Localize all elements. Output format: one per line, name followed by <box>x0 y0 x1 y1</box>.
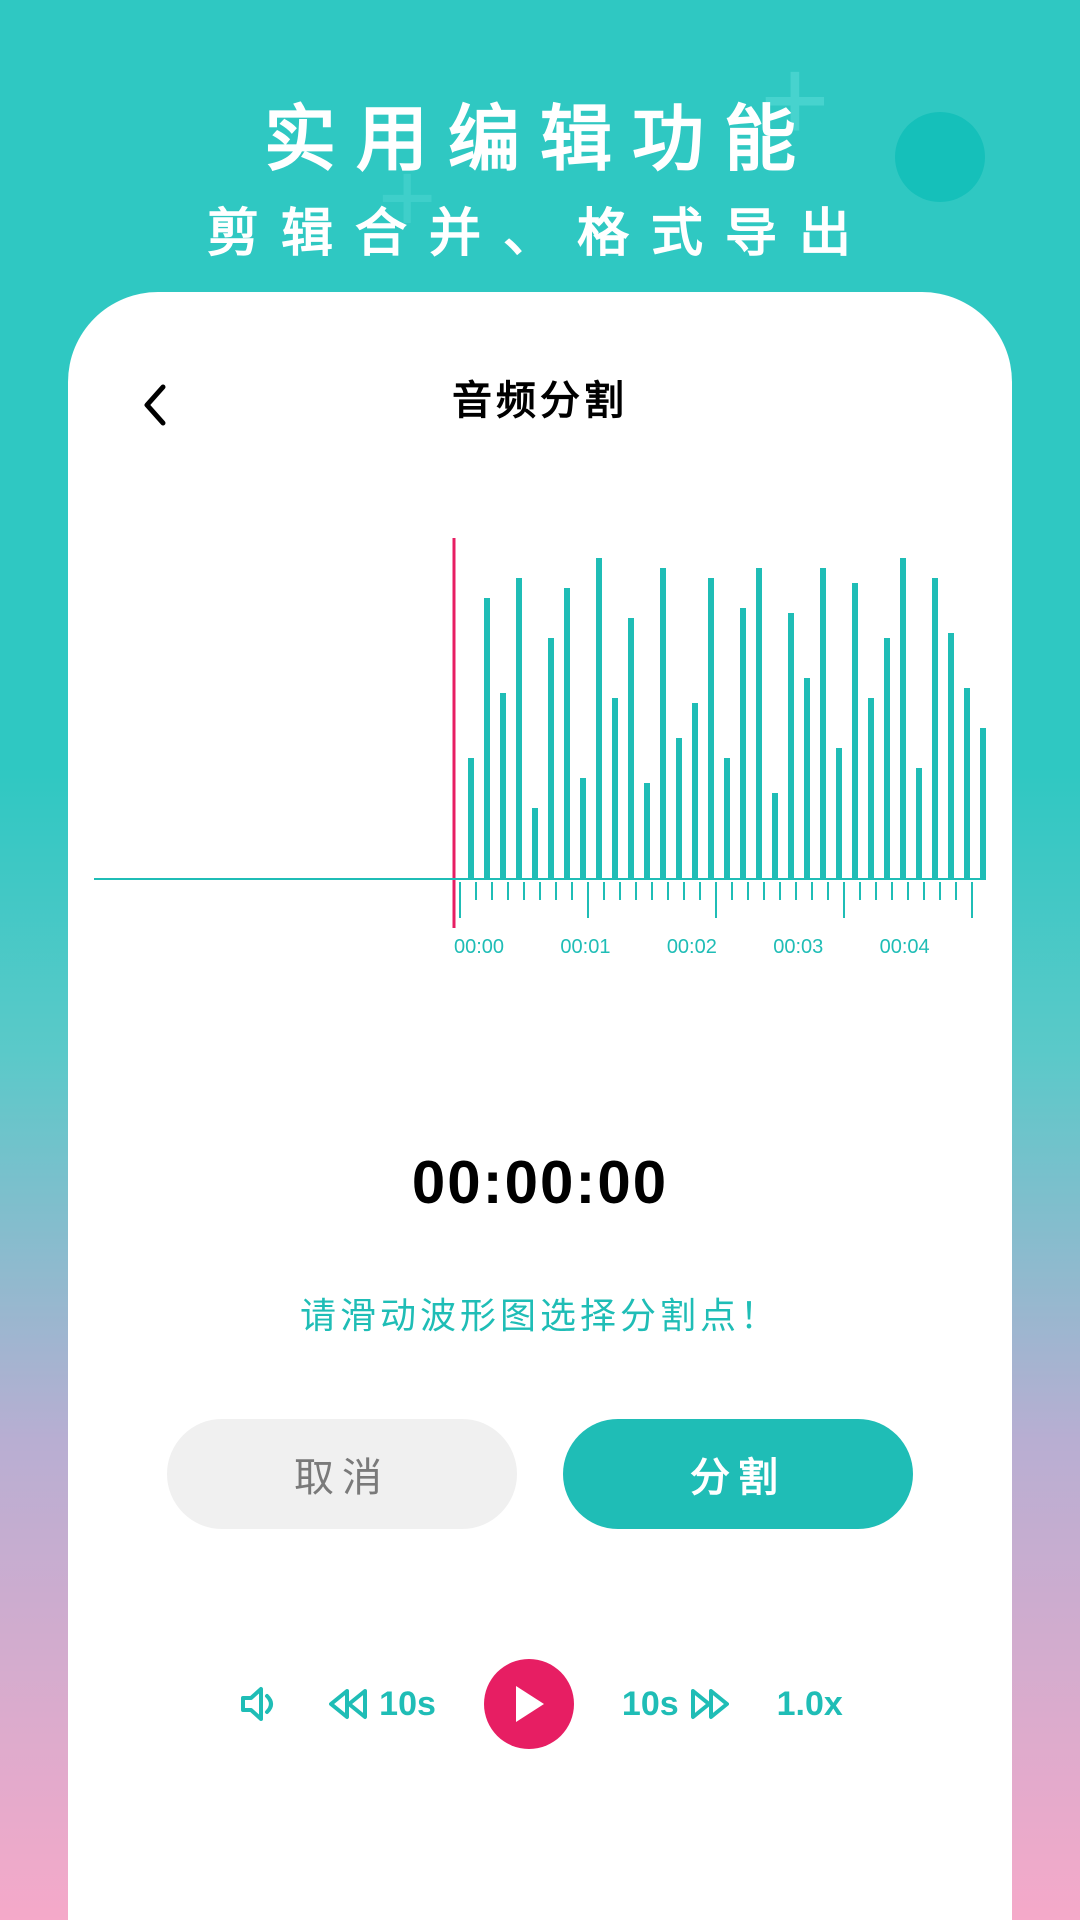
speed-label: 1.0x <box>777 1685 843 1724</box>
page-title: 音频分割 <box>452 368 628 426</box>
play-button[interactable] <box>484 1659 574 1749</box>
seek-back-label: 10s <box>379 1685 436 1724</box>
waveform-tick-label: 00:03 <box>773 936 879 959</box>
phone-speaker <box>445 331 595 345</box>
phone-notch <box>325 310 755 366</box>
chevron-left-icon <box>141 383 169 427</box>
app-screen: 音频分割 00:0000:0100:0200:0300:04 00:00:00 … <box>94 318 986 1920</box>
seek-forward-10s[interactable]: 10s <box>622 1685 729 1724</box>
cancel-button[interactable]: 取消 <box>167 1419 517 1529</box>
action-buttons: 取消 分割 <box>94 1419 986 1529</box>
waveform-area[interactable]: 00:0000:0100:0200:0300:04 <box>94 478 986 1038</box>
phone-camera <box>613 327 635 349</box>
waveform-tick-label: 00:02 <box>667 936 773 959</box>
marketing-headline: 实用编辑功能 剪辑合并、格式导出 <box>0 80 1080 266</box>
playback-speed[interactable]: 1.0x <box>777 1685 843 1724</box>
transport-bar: 10s 10s 1.0x <box>94 1659 986 1749</box>
volume-button[interactable] <box>237 1682 281 1726</box>
waveform-baseline <box>94 878 986 880</box>
waveform-tick-label: 00:00 <box>454 936 560 959</box>
waveform-tick-label: 00:04 <box>880 936 986 959</box>
waveform-time-labels: 00:0000:0100:0200:0300:04 <box>94 936 986 959</box>
waveform-tick-label: 00:01 <box>560 936 666 959</box>
fast-forward-icon <box>689 1687 729 1721</box>
current-time: 00:00:00 <box>94 1148 986 1217</box>
speaker-icon <box>237 1682 281 1726</box>
phone-frame: 音频分割 00:0000:0100:0200:0300:04 00:00:00 … <box>68 292 1012 1920</box>
seek-fwd-label: 10s <box>622 1685 679 1724</box>
split-button[interactable]: 分割 <box>563 1419 913 1529</box>
play-icon <box>512 1684 546 1724</box>
headline-subtitle: 剪辑合并、格式导出 <box>0 191 1080 266</box>
headline-title: 实用编辑功能 <box>0 80 1080 185</box>
hint-text: 请滑动波形图选择分割点！ <box>94 1287 986 1339</box>
rewind-icon <box>329 1687 369 1721</box>
seek-back-10s[interactable]: 10s <box>329 1685 436 1724</box>
back-button[interactable] <box>130 380 180 430</box>
